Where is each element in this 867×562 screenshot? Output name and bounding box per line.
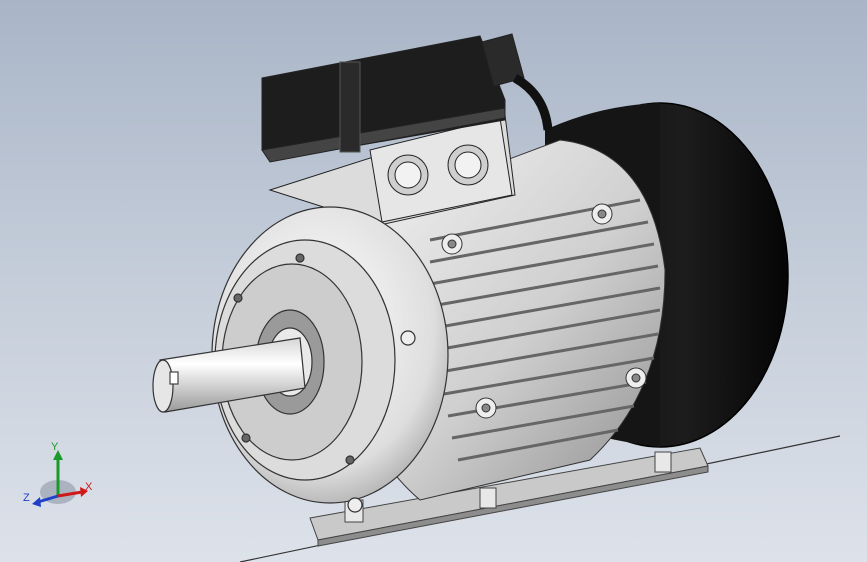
motor-3d-model[interactable] bbox=[0, 0, 867, 562]
x-axis-label: X bbox=[85, 481, 93, 493]
z-axis-label: Z bbox=[23, 492, 30, 504]
terminal-box bbox=[261, 33, 553, 226]
y-axis-label: Y bbox=[51, 441, 59, 453]
coordinate-triad: Y X Z bbox=[18, 436, 108, 516]
graphics-viewport[interactable]: Y X Z bbox=[0, 0, 867, 562]
